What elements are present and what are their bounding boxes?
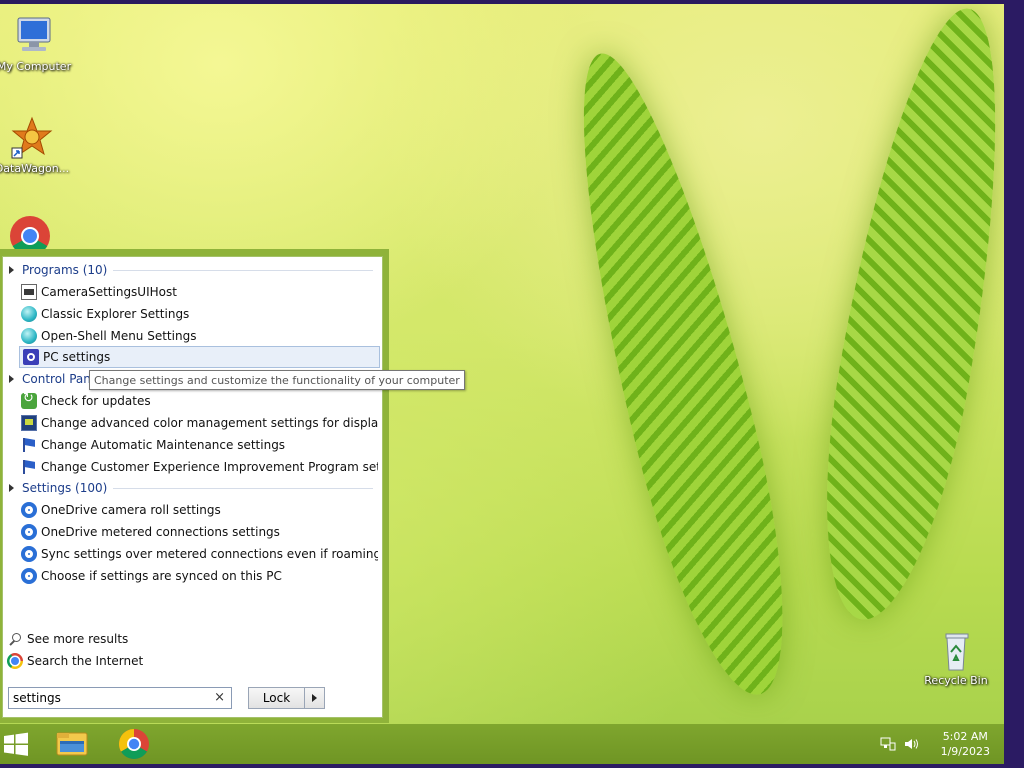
settings-item[interactable]: OneDrive camera roll settings <box>18 500 378 520</box>
search-internet-link[interactable]: Search the Internet <box>4 651 364 671</box>
leaf-decoration <box>797 4 1004 631</box>
desktop-icon-datawagon[interactable]: DataWagon... <box>0 116 70 175</box>
control-panel-item[interactable]: Change Customer Experience Improvement P… <box>18 457 378 477</box>
see-more-results-link[interactable]: See more results <box>4 629 364 649</box>
taskbar-file-explorer[interactable] <box>46 724 98 764</box>
folder-icon <box>56 732 88 756</box>
screen-border <box>1004 0 1024 768</box>
program-item[interactable]: Classic Explorer Settings <box>18 304 378 324</box>
windows-logo-icon <box>4 732 28 756</box>
search-input[interactable]: settings × <box>8 687 232 709</box>
section-header-programs[interactable]: Programs (10) <box>9 261 373 279</box>
shell-icon <box>21 306 37 322</box>
section-header-settings[interactable]: Settings (100) <box>9 479 373 497</box>
computer-icon <box>12 14 56 58</box>
control-panel-item[interactable]: Change Automatic Maintenance settings <box>18 435 378 455</box>
desktop-icon-my-computer[interactable]: My Computer <box>0 14 72 73</box>
item-label: Search the Internet <box>27 654 144 668</box>
screen-border <box>0 764 1024 768</box>
flag-icon <box>21 459 37 475</box>
start-button[interactable] <box>0 724 52 764</box>
search-input-value: settings <box>13 691 61 705</box>
window-icon <box>21 284 37 300</box>
control-panel-item[interactable]: Change advanced color management setting… <box>18 413 378 433</box>
program-item-pc-settings[interactable]: PC settings <box>19 346 380 368</box>
item-label: Check for updates <box>41 394 151 408</box>
gear-icon <box>21 502 37 518</box>
item-label: See more results <box>27 632 129 646</box>
chrome-icon <box>7 653 23 669</box>
settings-item[interactable]: OneDrive metered connections settings <box>18 522 378 542</box>
recycle-bin-icon <box>934 628 978 672</box>
desktop-icon-label: My Computer <box>0 60 72 73</box>
item-label: CameraSettingsUIHost <box>41 285 177 299</box>
item-label: Choose if settings are synced on this PC <box>41 569 282 583</box>
lock-button[interactable]: Lock <box>248 687 305 709</box>
gear-icon <box>21 546 37 562</box>
shell-icon <box>21 328 37 344</box>
item-label: Open-Shell Menu Settings <box>41 329 197 343</box>
item-label: Change advanced color management setting… <box>41 416 378 430</box>
section-header-label: Settings (100) <box>22 481 108 495</box>
program-item[interactable]: Open-Shell Menu Settings <box>18 326 378 346</box>
update-icon <box>21 391 37 409</box>
tooltip: Change settings and customize the functi… <box>89 370 465 390</box>
search-icon <box>7 631 23 647</box>
divider <box>113 487 373 489</box>
section-header-label: Programs (10) <box>22 263 108 277</box>
divider <box>113 269 373 271</box>
item-label: Change Customer Experience Improvement P… <box>41 460 378 474</box>
gear-icon <box>21 524 37 540</box>
flag-icon <box>21 437 37 453</box>
item-label: PC settings <box>43 350 111 364</box>
clock[interactable]: 5:02 AM 1/9/2023 <box>941 729 990 759</box>
leaf-decoration <box>541 39 819 709</box>
power-options-arrow-button[interactable] <box>305 687 325 709</box>
taskbar: 5:02 AM 1/9/2023 <box>0 724 1004 764</box>
expand-triangle-icon <box>9 266 14 274</box>
item-label: OneDrive metered connections settings <box>41 525 280 539</box>
pc-settings-icon <box>23 349 39 365</box>
expand-triangle-icon <box>9 484 14 492</box>
gear-icon <box>21 568 37 584</box>
volume-icon[interactable] <box>904 737 920 751</box>
taskbar-chrome[interactable] <box>108 724 160 764</box>
settings-item[interactable]: Sync settings over metered connections e… <box>18 544 378 564</box>
item-label: Change Automatic Maintenance settings <box>41 438 286 452</box>
chrome-icon <box>118 729 149 760</box>
clock-date: 1/9/2023 <box>940 745 990 758</box>
control-panel-item[interactable]: Check for updates <box>18 391 378 411</box>
item-label: Sync settings over metered connections e… <box>41 547 378 561</box>
item-label: Classic Explorer Settings <box>41 307 190 321</box>
desktop-icon-label: Recycle Bin <box>924 674 988 687</box>
clock-time: 5:02 AM <box>942 730 988 743</box>
program-item[interactable]: CameraSettingsUIHost <box>18 282 378 302</box>
clear-search-icon[interactable]: × <box>214 690 225 705</box>
expand-triangle-icon <box>9 375 14 383</box>
item-label: OneDrive camera roll settings <box>41 503 221 517</box>
desktop-icon-recycle-bin[interactable]: Recycle Bin <box>918 628 994 687</box>
monitor-icon <box>21 415 37 431</box>
desktop-icon-label: DataWagon... <box>0 162 70 175</box>
datawagon-icon <box>10 116 54 160</box>
settings-item[interactable]: Choose if settings are synced on this PC <box>18 566 378 586</box>
network-icon[interactable] <box>880 737 896 751</box>
